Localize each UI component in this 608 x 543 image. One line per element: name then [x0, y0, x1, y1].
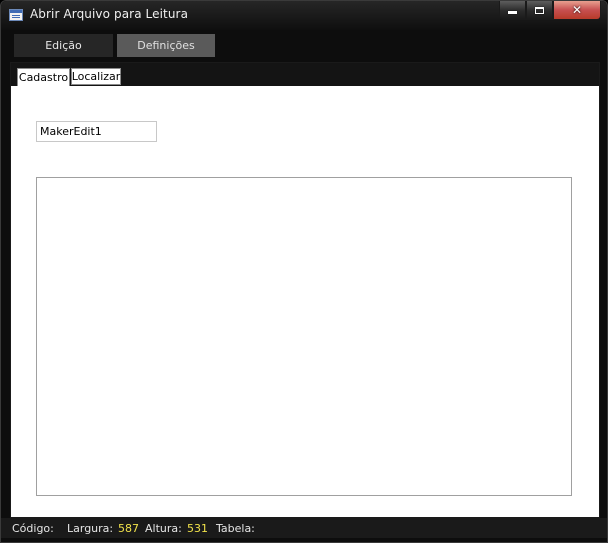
maximize-button[interactable] — [526, 1, 553, 20]
caption-buttons: ✕ — [499, 1, 601, 20]
tab-edicao[interactable]: Edição — [14, 34, 113, 57]
minimize-button[interactable] — [499, 1, 526, 20]
title-bar[interactable]: Abrir Arquivo para Leitura ✕ — [1, 1, 607, 30]
tab-definicoes[interactable]: Definições — [117, 34, 215, 57]
maximize-icon — [535, 6, 544, 14]
status-bar: Código: Largura: 587 Altura: 531 Tabela: — [1, 518, 607, 538]
app-window: Abrir Arquivo para Leitura ✕ Edição Defi… — [0, 0, 608, 543]
status-largura-value: 587 — [118, 522, 139, 535]
window-form-icon[interactable] — [9, 9, 23, 21]
maker-edit-input[interactable] — [36, 121, 157, 142]
tab-localizar[interactable]: Localizar — [71, 68, 121, 85]
main-tab-bar: Edição Definições — [14, 34, 219, 57]
status-altura-label: Altura: — [145, 522, 182, 535]
content-panel: Cadastro Localizar — [10, 62, 600, 518]
window-title: Abrir Arquivo para Leitura — [30, 7, 189, 21]
status-tabela-label: Tabela: — [216, 522, 255, 535]
memo-textarea[interactable] — [36, 177, 572, 496]
close-icon: ✕ — [571, 3, 583, 17]
tab-cadastro[interactable]: Cadastro — [17, 68, 70, 86]
sub-tab-bar: Cadastro Localizar — [11, 63, 599, 86]
status-largura-label: Largura: — [67, 522, 114, 535]
status-altura-value: 531 — [187, 522, 208, 535]
status-codigo-label: Código: — [12, 522, 54, 535]
minimize-icon — [508, 11, 517, 14]
close-button[interactable]: ✕ — [553, 1, 601, 20]
